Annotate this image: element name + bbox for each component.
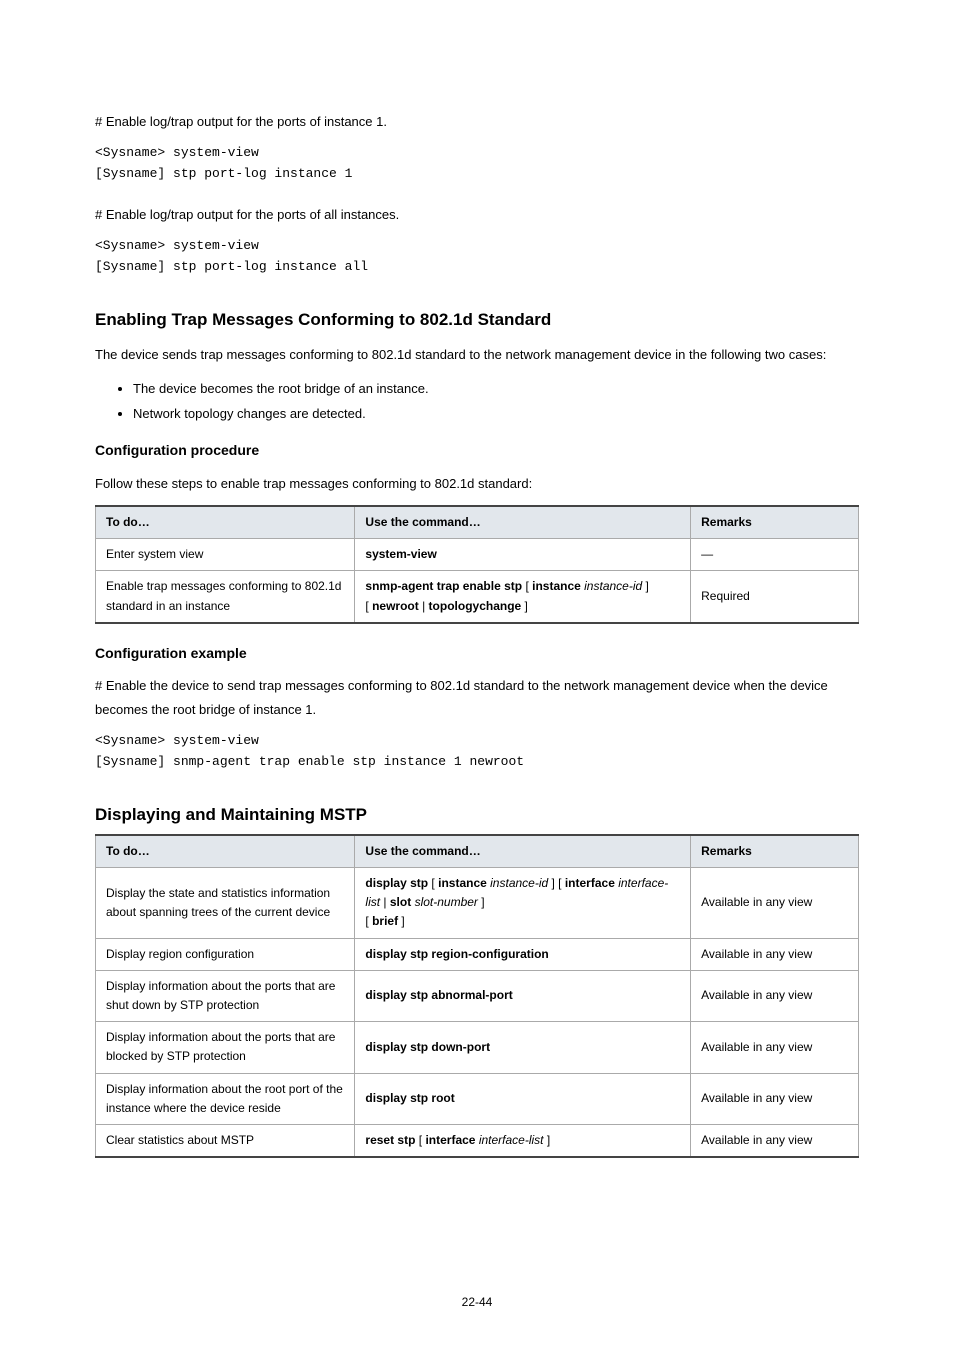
table-cell: display stp root <box>355 1073 691 1124</box>
table-row: Display region configuration display stp… <box>96 938 859 970</box>
heading-display: Displaying and Maintaining MSTP <box>95 801 859 828</box>
code-line: [Sysname] snmp-agent trap enable stp ins… <box>95 752 859 773</box>
command: system-view <box>365 547 436 561</box>
table-row: Display information about the ports that… <box>96 970 859 1021</box>
table-cell: Available in any view <box>691 1022 859 1073</box>
command-arg: instance-id <box>584 579 642 593</box>
command: display stp <box>365 876 428 890</box>
table-row: Enable trap messages conforming to 802.1… <box>96 571 859 623</box>
command: snmp-agent trap enable stp <box>365 579 525 593</box>
table-cell: Display information about the ports that… <box>96 1022 355 1073</box>
table-row: Display information about the ports that… <box>96 1022 859 1073</box>
bracket: ] <box>398 914 405 928</box>
paragraph: Follow these steps to enable trap messag… <box>95 472 859 495</box>
table-cell: display stp abnormal-port <box>355 970 691 1021</box>
table-cell: display stp down-port <box>355 1022 691 1073</box>
bracket: ] <box>478 895 485 909</box>
list-item: The device becomes the root bridge of an… <box>133 377 859 400</box>
bracket: ] [ <box>548 876 565 890</box>
table-row: Clear statistics about MSTP reset stp [ … <box>96 1124 859 1157</box>
command-keyword: instance <box>438 876 487 890</box>
table-cell: display stp region-configuration <box>355 938 691 970</box>
table-cell: snmp-agent trap enable stp [ instance in… <box>355 571 691 623</box>
table-row: Display the state and statistics informa… <box>96 868 859 939</box>
table-cell: Required <box>691 571 859 623</box>
table-row: Display information about the root port … <box>96 1073 859 1124</box>
table-cell: Display the state and statistics informa… <box>96 868 355 939</box>
table-cell: Available in any view <box>691 1124 859 1157</box>
separator: | <box>419 599 429 613</box>
page-number: 22-44 <box>0 1293 954 1312</box>
table-cell: reset stp [ interface interface-list ] <box>355 1124 691 1157</box>
paragraph: The device sends trap messages conformin… <box>95 343 859 366</box>
table-cell: Available in any view <box>691 970 859 1021</box>
heading-trap-config: Configuration procedure <box>95 439 859 461</box>
code-block: <Sysname> system-view [Sysname] stp port… <box>95 236 859 278</box>
command: display stp abnormal-port <box>365 988 512 1002</box>
code-line: [Sysname] stp port-log instance all <box>95 257 859 278</box>
command-keyword: instance <box>532 579 581 593</box>
table-row: Enter system view system-view — <box>96 539 859 571</box>
command-keyword: newroot <box>372 599 419 613</box>
table-header: Use the command… <box>355 506 691 539</box>
table-cell: Available in any view <box>691 1073 859 1124</box>
table-cell: display stp [ instance instance-id ] [ i… <box>355 868 691 939</box>
table-cell: Available in any view <box>691 938 859 970</box>
command: reset stp <box>365 1133 415 1147</box>
code-line: <Sysname> system-view <box>95 236 859 257</box>
table-cell: — <box>691 539 859 571</box>
bullet-list: The device becomes the root bridge of an… <box>95 377 859 426</box>
command-arg: instance-id <box>490 876 548 890</box>
table-header: Remarks <box>691 506 859 539</box>
table-cell: Clear statistics about MSTP <box>96 1124 355 1157</box>
bracket: ] <box>642 579 649 593</box>
table-header: To do… <box>96 835 355 868</box>
command-keyword: topologychange <box>429 599 522 613</box>
bracket: ] <box>544 1133 551 1147</box>
paragraph: # Enable log/trap output for the ports o… <box>95 203 859 226</box>
paragraph: # Enable log/trap output for the ports o… <box>95 110 859 133</box>
table-header: To do… <box>96 506 355 539</box>
display-table: To do… Use the command… Remarks Display … <box>95 834 859 1158</box>
command: display stp down-port <box>365 1040 490 1054</box>
table-cell: Display region configuration <box>96 938 355 970</box>
table-cell: Enable trap messages conforming to 802.1… <box>96 571 355 623</box>
table-cell: Available in any view <box>691 868 859 939</box>
heading-trap: Enabling Trap Messages Conforming to 802… <box>95 306 859 333</box>
table-cell: system-view <box>355 539 691 571</box>
table-header: Use the command… <box>355 835 691 868</box>
command-arg: slot-number <box>415 895 478 909</box>
table-header: Remarks <box>691 835 859 868</box>
command-keyword: interface <box>425 1133 475 1147</box>
command-keyword: interface <box>565 876 615 890</box>
command-keyword: brief <box>372 914 398 928</box>
code-line: <Sysname> system-view <box>95 731 859 752</box>
separator: | <box>380 895 390 909</box>
table-cell: Enter system view <box>96 539 355 571</box>
page: # Enable log/trap output for the ports o… <box>0 0 954 1350</box>
list-item: Network topology changes are detected. <box>133 402 859 425</box>
code-block: <Sysname> system-view [Sysname] stp port… <box>95 143 859 185</box>
bracket: [ <box>415 1133 425 1147</box>
command-arg: interface-list <box>479 1133 544 1147</box>
bracket: [ <box>428 876 438 890</box>
trap-config-table: To do… Use the command… Remarks Enter sy… <box>95 505 859 624</box>
command-keyword: slot <box>390 895 411 909</box>
table-cell: Display information about the root port … <box>96 1073 355 1124</box>
bracket: ] <box>521 599 528 613</box>
code-line: <Sysname> system-view <box>95 143 859 164</box>
code-block: <Sysname> system-view [Sysname] snmp-age… <box>95 731 859 773</box>
code-line: [Sysname] stp port-log instance 1 <box>95 164 859 185</box>
command: display stp root <box>365 1091 454 1105</box>
paragraph: # Enable the device to send trap message… <box>95 674 859 721</box>
heading-trap-example: Configuration example <box>95 642 859 664</box>
table-cell: Display information about the ports that… <box>96 970 355 1021</box>
command: display stp region-configuration <box>365 947 548 961</box>
